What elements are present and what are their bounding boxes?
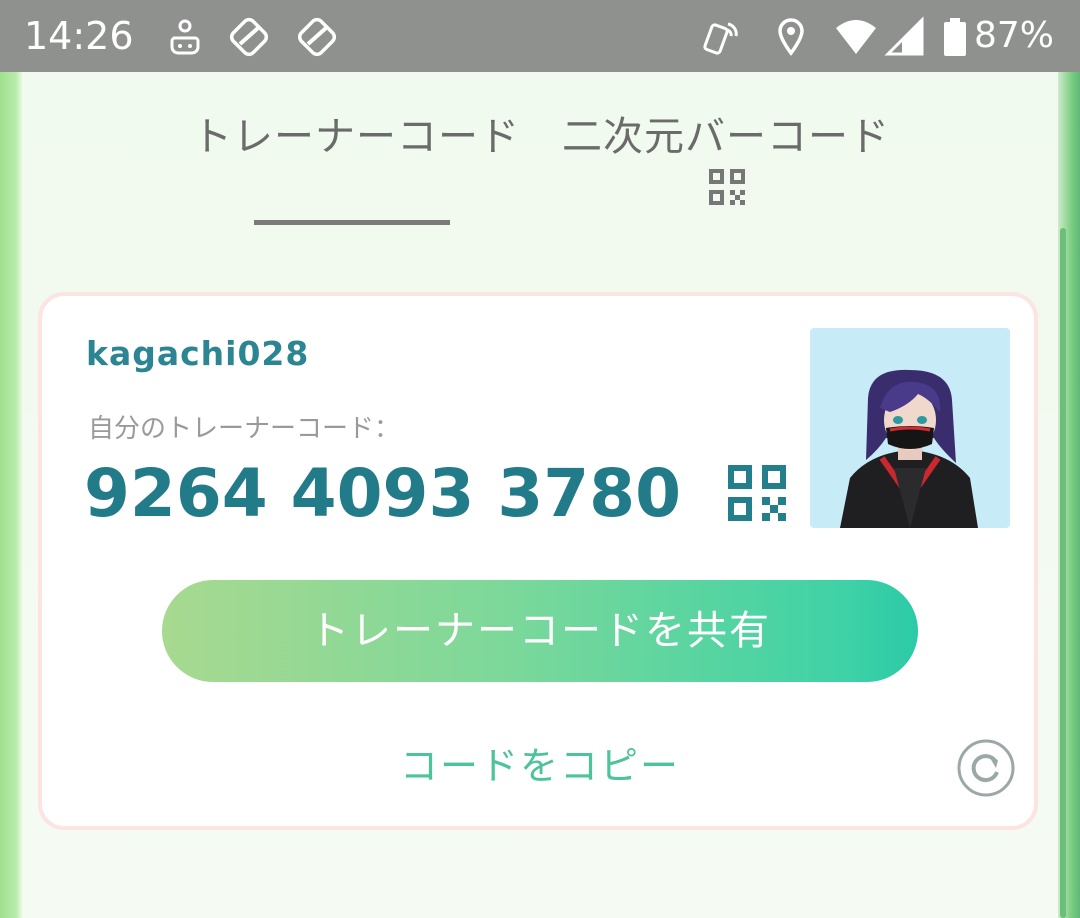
- trainer-code-label: 自分のトレーナーコード：: [88, 414, 401, 444]
- app-icon: [229, 17, 269, 57]
- location-icon: [778, 18, 804, 56]
- qr-code-icon[interactable]: [708, 168, 746, 206]
- status-bar: 14:26 87%: [0, 0, 1080, 72]
- tab-qr-code[interactable]: 二次元バーコード: [562, 112, 890, 162]
- refresh-icon[interactable]: [956, 738, 1016, 798]
- notification-icon: [170, 19, 200, 55]
- trainer-username: kagachi028: [86, 334, 310, 373]
- trainer-code-value: 9264 4093 3780: [84, 455, 682, 532]
- battery-percent: 87%: [973, 15, 1054, 56]
- status-time: 14:26: [24, 14, 134, 58]
- qr-code-icon[interactable]: [727, 464, 787, 522]
- copy-code-link[interactable]: コードをコピー: [0, 742, 1080, 790]
- active-tab-indicator: [254, 220, 450, 225]
- app-icon-2: [297, 17, 337, 57]
- nfc-icon: [703, 22, 738, 55]
- share-trainer-code-button[interactable]: トレーナーコードを共有: [162, 580, 918, 682]
- battery-icon: [944, 18, 966, 56]
- wifi-icon: [836, 20, 876, 54]
- tab-trainer-code[interactable]: トレーナーコード: [192, 112, 520, 162]
- trainer-avatar: [810, 328, 1010, 528]
- signal-icon: [884, 16, 924, 56]
- scrollbar[interactable]: [1060, 228, 1066, 918]
